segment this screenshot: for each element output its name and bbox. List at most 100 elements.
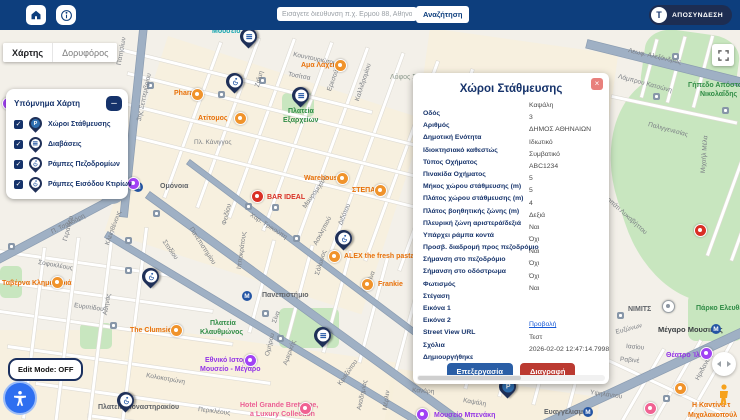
road-sign-icon	[293, 235, 300, 242]
street-view-link[interactable]: Προβολή	[529, 321, 556, 328]
accessibility-button[interactable]	[3, 381, 37, 415]
map-label: Ομόνοια	[160, 183, 188, 190]
road-sign-icon	[722, 107, 729, 114]
popup-field-value: Ιδιωτικό	[529, 139, 553, 146]
legend-item-label: Ράμπες Πεζοδρομίων	[48, 161, 120, 168]
fullscreen-button[interactable]	[712, 44, 734, 66]
popup-field-row: Πλευρική ζώνη αριστερά/δεξιάΔεξιά	[423, 212, 599, 224]
popup-field-value: ABC1234	[529, 163, 558, 170]
map-canvas[interactable]: Πατησίων3ης ΣεπτεμβρίουΚουντουριώτουΤοσί…	[0, 0, 740, 420]
legend-checkbox[interactable]: ✓	[14, 160, 23, 169]
popup-field-row: Τύπος ΟχήματοςΣυμβατικό	[423, 151, 599, 163]
poi-pink-icon[interactable]	[644, 402, 657, 415]
poi-purple-icon[interactable]	[416, 408, 429, 420]
close-icon[interactable]: ×	[591, 78, 603, 90]
poi-orange-icon[interactable]	[674, 382, 687, 395]
legend-panel: Υπόμνημα Χάρτη – ✓PΧώροι Στάθμευσης✓Διαβ…	[6, 89, 128, 199]
poi-orange-icon[interactable]	[328, 250, 341, 263]
search-button[interactable]: Αναζήτηση	[416, 6, 469, 23]
logout-label: ΑΠΟΣΥΝΔΕΣΗ	[672, 12, 723, 19]
avatar: T	[651, 7, 667, 23]
road-sign-icon	[653, 93, 660, 100]
poi-red-icon[interactable]	[251, 190, 264, 203]
legend-checkbox[interactable]: ✓	[14, 120, 23, 129]
edit-mode-toggle[interactable]: Edit Mode: OFF	[8, 358, 83, 381]
popup-field-value: Ναι	[529, 248, 539, 255]
map-label: Πλατεία	[210, 320, 236, 327]
legend-item-3: ✓ Ράμπες Πεζοδρομίων	[14, 157, 122, 171]
popup-field-value: Όχι	[529, 236, 539, 243]
map-label: Πάρκο Ελευθερίας	[696, 305, 740, 312]
popup-field-row: Street View URLΠροβολή	[423, 321, 599, 333]
popup-field-label: Δημιουργήθηκε	[423, 354, 473, 361]
parking-details-popup: × Χώροι Στάθμευσης ΟδόςΚαψάληΑριθμός3Δημ…	[413, 73, 609, 384]
popup-field-row: Πλάτος χώρου στάθμευσης (m)5	[423, 187, 599, 199]
popup-field-row: Προσβ. διαδρομή προς πεζοδρόμιοΌχι	[423, 236, 599, 248]
map-label: Ευριπίδου	[74, 303, 104, 314]
poi-orange-icon[interactable]	[336, 172, 349, 185]
road-sign-icon	[125, 237, 132, 244]
popup-field-value: 3	[529, 114, 533, 121]
road-sign-icon	[277, 335, 284, 342]
popup-field-row: Υπάρχει ράμπα κοντάΝαι	[423, 224, 599, 236]
popup-field-row: Δημοτική ΕνότηταΔΗΜΟΣ ΑΘΗΝΑΙΩΝ	[423, 126, 599, 138]
map-label: ALEX the fresh pasta	[344, 253, 414, 260]
popup-field-value: 5	[529, 187, 533, 194]
tab-map[interactable]: Χάρτης	[3, 43, 52, 62]
map-label: Αθηνάς	[103, 293, 113, 316]
map-label: BAR IDEAL	[267, 194, 305, 201]
wheelchair-icon	[32, 180, 39, 187]
road-sign-icon	[8, 243, 15, 250]
map-label: ΣΤΕΠΑ	[352, 187, 375, 194]
poi-red-icon[interactable]	[694, 224, 707, 237]
info-button[interactable]	[56, 5, 76, 25]
popup-field-value: Όχι	[529, 260, 539, 267]
crossing-pin-icon	[26, 134, 44, 152]
map-label: The Clumsies	[130, 327, 176, 334]
popup-field-value: 5	[529, 175, 533, 182]
popup-field-value: Ναι	[529, 285, 539, 292]
crossing-icon	[318, 331, 326, 339]
popup-field-row: Δημιουργήθηκε2026-02-02 12:47:14.799898	[423, 346, 599, 358]
popup-field-row: ΣτέγασηΝαι	[423, 285, 599, 297]
road-sign-icon	[125, 267, 132, 274]
pegman-icon[interactable]	[718, 384, 730, 406]
metro-station-icon[interactable]: M	[242, 291, 252, 301]
popup-scrollbar-thumb[interactable]	[418, 376, 521, 380]
road-sign-icon	[262, 310, 269, 317]
map-label: Εξαρχείων	[283, 117, 318, 124]
poi-orange-icon[interactable]	[361, 278, 374, 291]
metro-station-icon[interactable]: M	[711, 324, 721, 334]
crossing-icon	[244, 32, 252, 40]
legend-item-4: ✓Ράμπες Εισόδου Κτιρίων	[14, 177, 122, 191]
tab-satellite[interactable]: Δορυφόρος	[52, 43, 117, 62]
poi-orange-icon[interactable]	[51, 276, 64, 289]
info-icon	[60, 9, 73, 22]
poi-orange-icon[interactable]	[191, 88, 204, 101]
map-label: Μουσείο - Μέγαρο	[200, 366, 261, 373]
home-button[interactable]	[26, 5, 46, 25]
metro-station-icon[interactable]: M	[583, 407, 593, 417]
chevron-left-icon	[717, 361, 721, 367]
poi-purple-icon[interactable]	[244, 354, 257, 367]
poi-orange-icon[interactable]	[234, 112, 247, 125]
legend-item-label: Διαβάσεις	[48, 141, 82, 148]
poi-orange-icon[interactable]	[170, 324, 183, 337]
poi-orange-icon[interactable]	[334, 59, 347, 72]
road-sign-icon	[153, 210, 160, 217]
poi-white-icon[interactable]	[662, 300, 675, 313]
search-input[interactable]	[277, 7, 417, 21]
popup-field-row: Σήμανση στο πεζοδρόμιοΝαι	[423, 248, 599, 260]
pan-control[interactable]	[712, 352, 736, 376]
logout-button[interactable]: T ΑΠΟΣΥΝΔΕΣΗ	[649, 5, 732, 25]
popup-field-row: Εικόνα 1	[423, 297, 599, 309]
legend-checkbox[interactable]: ✓	[14, 180, 23, 189]
popup-field-value: Ναι	[529, 224, 539, 231]
poi-pink-icon[interactable]	[299, 402, 312, 415]
poi-orange-icon[interactable]	[374, 184, 387, 197]
road-sign-icon	[272, 204, 279, 211]
legend-collapse-button[interactable]: –	[106, 96, 122, 111]
legend-checkbox[interactable]: ✓	[14, 140, 23, 149]
legend-item-label: Χώροι Στάθμευσης	[48, 121, 110, 128]
poi-purple-icon[interactable]	[700, 347, 713, 360]
